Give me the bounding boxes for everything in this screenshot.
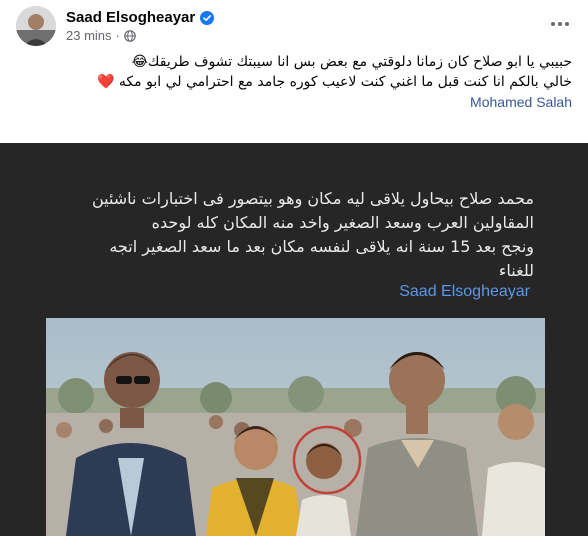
post-header: Saad Elsogheayar 23 mins · [16,6,572,46]
post-meta: 23 mins · [66,28,136,43]
overlay-author-name: Saad Elsogheayar [399,283,530,300]
image-overlay-text: محمد صلاح بيحاول يلاقى ليه مكان وهو بيتص… [44,187,534,283]
verified-badge-icon [200,10,215,25]
more-options-icon[interactable] [548,14,572,34]
author-name[interactable]: Saad Elsogheayar [66,9,215,26]
meta-separator: · [115,28,120,43]
facebook-post: Saad Elsogheayar 23 mins · حبيبي يا ابو … [0,0,588,536]
overlay-line: المقاولين العرب وسعد الصغير واخد منه الم… [151,213,534,232]
globe-icon[interactable] [124,29,136,42]
mention-link[interactable]: Mohamed Salah [16,92,572,112]
post-timestamp[interactable]: 23 mins [66,28,112,43]
post-image[interactable]: محمد صلاح بيحاول يلاقى ليه مكان وهو بيتص… [0,143,588,536]
caption-line: حبيبي يا ابو صلاح كان زمانا دلوقتي مع بع… [131,54,572,70]
post-caption: حبيبي يا ابو صلاح كان زمانا دلوقتي مع بع… [16,52,572,112]
overlay-line: للغناء [498,261,534,280]
caption-line: خالي بالكم انا كنت قبل ما اغني كنت لاعيب… [97,74,572,90]
overlay-line: ونجح بعد 15 سنة انه يلاقى لنفسه مكان بعد… [109,237,534,256]
embedded-photo [46,318,545,536]
overlay-line: محمد صلاح بيحاول يلاقى ليه مكان وهو بيتص… [91,189,534,208]
author-avatar[interactable] [16,6,56,46]
author-name-text[interactable]: Saad Elsogheayar [66,9,195,26]
